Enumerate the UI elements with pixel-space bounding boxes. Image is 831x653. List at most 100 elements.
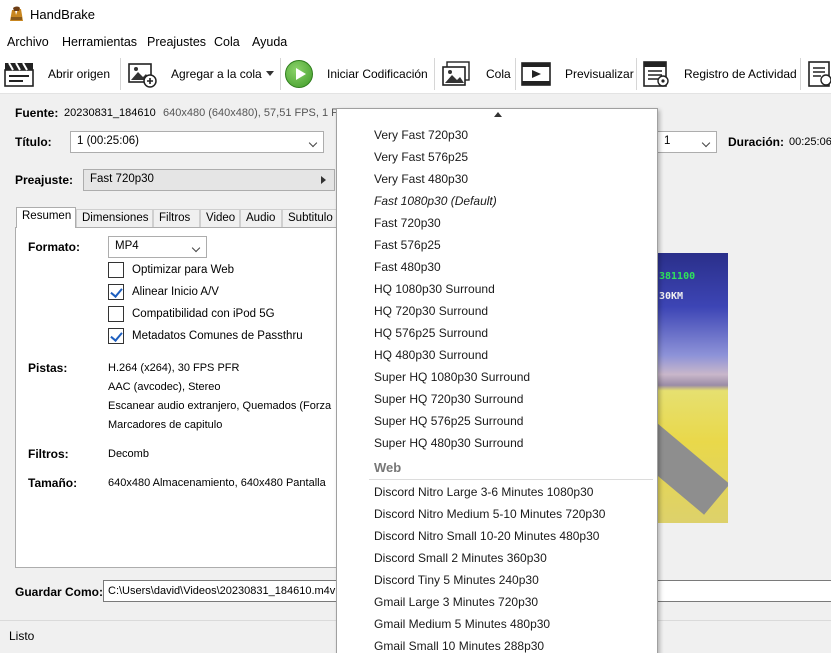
add-to-queue-button[interactable]: Agregar a la cola <box>171 67 262 81</box>
menu-ayuda[interactable]: Ayuda <box>252 35 287 49</box>
duration-value: 00:25:06 <box>789 136 831 148</box>
activity-log-icon[interactable] <box>641 60 671 88</box>
activity-log-button[interactable]: Registro de Actividad <box>684 67 797 81</box>
chevron-down-icon <box>308 138 318 148</box>
track-line: AAC (avcodec), Stereo <box>108 381 221 393</box>
save-as-value: C:\Users\david\Videos\20230831_184610.m4… <box>108 585 336 597</box>
chapter-end-value: 1 <box>664 135 671 147</box>
preset-menu-item[interactable]: Very Fast 720p30 <box>374 128 468 142</box>
scroll-up-icon[interactable] <box>494 112 502 117</box>
toolbar-divider <box>800 58 801 90</box>
settings-icon[interactable] <box>806 60 831 88</box>
preset-menu-item[interactable]: Discord Nitro Large 3-6 Minutes 1080p30 <box>374 485 593 499</box>
track-line: H.264 (x264), 30 FPS PFR <box>108 362 240 374</box>
format-label: Formato: <box>28 240 80 254</box>
handbrake-logo-icon <box>10 6 23 21</box>
ipod-compat-checkbox[interactable] <box>108 306 124 322</box>
preview-thumbnail: 381100 30KM <box>657 253 728 523</box>
tab-audio[interactable]: Audio <box>240 209 282 227</box>
align-av-checkbox[interactable] <box>108 284 124 300</box>
queue-icon[interactable] <box>441 60 471 88</box>
preset-menu-item[interactable]: Fast 576p25 <box>374 238 441 252</box>
menu-archivo[interactable]: Archivo <box>7 35 49 49</box>
preset-menu-item[interactable]: Very Fast 576p25 <box>374 150 468 164</box>
tab-video[interactable]: Video <box>200 209 240 227</box>
size-label: Tamaño: <box>28 476 78 490</box>
format-select-value: MP4 <box>115 240 139 252</box>
preset-menu-item[interactable]: Gmail Large 3 Minutes 720p30 <box>374 595 538 609</box>
preset-select[interactable]: Fast 720p30 <box>83 169 335 191</box>
open-source-button[interactable]: Abrir origen <box>48 67 110 81</box>
align-av-label: Alinear Inicio A/V <box>132 286 219 298</box>
tab-resumen[interactable]: Resumen <box>16 207 76 228</box>
tracks-label: Pistas: <box>28 361 68 375</box>
menu-bar: Archivo Herramientas Preajustes Cola Ayu… <box>0 30 831 54</box>
tab-subtitulo[interactable]: Subtitulo <box>282 209 342 227</box>
tab-dimensiones[interactable]: Dimensiones <box>76 209 153 227</box>
toolbar-divider <box>434 58 435 90</box>
chevron-down-icon <box>701 138 711 148</box>
source-label: Fuente: <box>15 106 59 120</box>
preset-menu-item[interactable]: Very Fast 480p30 <box>374 172 468 186</box>
window-title: HandBrake <box>30 7 96 22</box>
preset-dropdown-menu: Very Fast 720p30 Very Fast 576p25 Very F… <box>336 108 658 653</box>
preset-menu-item[interactable]: Super HQ 720p30 Surround <box>374 392 523 406</box>
menu-cola[interactable]: Cola <box>214 35 240 49</box>
chevron-right-icon <box>321 176 326 184</box>
clapperboard-icon[interactable] <box>4 60 34 88</box>
track-line: Marcadores de capitulo <box>108 419 223 431</box>
group-divider <box>369 479 653 480</box>
preset-menu-item-default[interactable]: Fast 1080p30 (Default) <box>374 194 497 208</box>
summary-panel <box>15 227 345 568</box>
chevron-down-icon[interactable] <box>266 71 274 76</box>
toolbar-divider <box>120 58 121 90</box>
toolbar: Abrir origen Agregar a la cola Iniciar C… <box>0 54 831 94</box>
track-line: Escanear audio extranjero, Quemados (For… <box>108 400 332 412</box>
web-optimize-label: Optimizar para Web <box>132 264 235 276</box>
menu-preajustes[interactable]: Preajustes <box>147 35 206 49</box>
title-bar: HandBrake <box>0 0 831 30</box>
chapter-end-select[interactable]: 1 <box>658 131 717 153</box>
preset-menu-item[interactable]: HQ 1080p30 Surround <box>374 282 495 296</box>
source-info: 640x480 (640x480), 57,51 FPS, 1 Pis <box>163 107 347 119</box>
format-select[interactable]: MP4 <box>108 236 207 258</box>
preset-menu-item[interactable]: HQ 576p25 Surround <box>374 326 488 340</box>
preset-menu-item[interactable]: Gmail Small 10 Minutes 288p30 <box>374 639 544 653</box>
preview-speed: 30KM <box>659 291 684 302</box>
preset-menu-item[interactable]: Super HQ 1080p30 Surround <box>374 370 530 384</box>
preset-menu-item[interactable]: Gmail Medium 5 Minutes 480p30 <box>374 617 550 631</box>
film-preview-icon[interactable] <box>521 60 551 88</box>
preset-menu-item[interactable]: Discord Tiny 5 Minutes 240p30 <box>374 573 539 587</box>
preset-menu-item[interactable]: Discord Small 2 Minutes 360p30 <box>374 551 547 565</box>
play-icon[interactable] <box>285 60 313 88</box>
preset-menu-item[interactable]: Super HQ 576p25 Surround <box>374 414 523 428</box>
passthru-metadata-label: Metadatos Comunes de Passthru <box>132 330 303 342</box>
source-name: 20230831_184610 <box>64 107 156 119</box>
preset-menu-item[interactable]: Discord Nitro Small 10-20 Minutes 480p30 <box>374 529 599 543</box>
add-to-queue-icon[interactable] <box>127 60 157 88</box>
title-select[interactable]: 1 (00:25:06) <box>70 131 324 153</box>
web-optimize-checkbox[interactable] <box>108 262 124 278</box>
preset-menu-item[interactable]: Fast 720p30 <box>374 216 441 230</box>
tab-filtros[interactable]: Filtros <box>153 209 200 227</box>
start-encode-button[interactable]: Iniciar Codificación <box>327 67 428 81</box>
duration-label: Duración: <box>728 135 785 149</box>
preset-menu-item[interactable]: HQ 480p30 Surround <box>374 348 488 362</box>
preset-group-web: Web <box>374 460 402 475</box>
toolbar-divider <box>636 58 637 90</box>
ipod-compat-label: Compatibilidad con iPod 5G <box>132 308 275 320</box>
toolbar-divider <box>515 58 516 90</box>
chevron-down-icon <box>191 243 201 253</box>
preset-menu-item[interactable]: Discord Nitro Medium 5-10 Minutes 720p30 <box>374 507 605 521</box>
preview-score: 381100 <box>659 271 696 282</box>
preset-menu-item[interactable]: HQ 720p30 Surround <box>374 304 488 318</box>
toolbar-divider <box>280 58 281 90</box>
preset-menu-item[interactable]: Super HQ 480p30 Surround <box>374 436 523 450</box>
queue-button[interactable]: Cola <box>486 67 511 81</box>
preset-menu-item[interactable]: Fast 480p30 <box>374 260 441 274</box>
title-select-value: 1 (00:25:06) <box>77 135 140 147</box>
passthru-metadata-checkbox[interactable] <box>108 328 124 344</box>
menu-herramientas[interactable]: Herramientas <box>62 35 137 49</box>
preview-button[interactable]: Previsualizar <box>565 67 634 81</box>
filters-label: Filtros: <box>28 447 69 461</box>
